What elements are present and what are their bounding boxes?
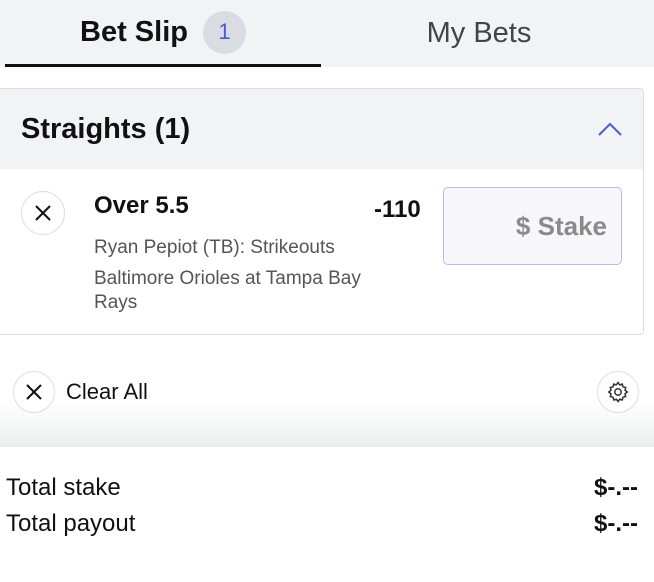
total-stake-value: $-.-- [594, 474, 638, 501]
chevron-up-icon[interactable] [595, 114, 625, 144]
total-stake-row: Total stake $-.-- [6, 474, 638, 502]
tab-my-bets-label: My Bets [426, 17, 532, 49]
total-payout-row: Total payout $-.-- [6, 510, 638, 538]
total-payout-value: $-.-- [594, 510, 638, 537]
stake-input[interactable] [443, 187, 622, 265]
straights-header[interactable]: Straights (1) [0, 89, 643, 169]
remove-bet-button[interactable] [21, 191, 65, 235]
straights-title: Straights (1) [21, 112, 191, 145]
tab-my-bets[interactable]: My Bets [321, 0, 637, 67]
bet-selection: Over 5.5 [94, 192, 189, 219]
totals-panel: Total stake $-.-- Total payout $-.-- [0, 447, 654, 582]
total-stake-label: Total stake [6, 474, 121, 501]
bet-count-badge: 1 [202, 10, 246, 54]
close-icon [34, 204, 52, 222]
bet-market: Ryan Pepiot (TB): Strikeouts [94, 237, 335, 258]
tab-bet-slip[interactable]: Bet Slip 1 [5, 0, 321, 67]
bet-item: Over 5.5 Ryan Pepiot (TB): Strikeouts Ba… [0, 169, 643, 334]
tab-bet-slip-label: Bet Slip [80, 15, 188, 48]
settings-button[interactable] [597, 371, 639, 413]
gear-icon [606, 380, 630, 404]
bet-game: Baltimore Orioles at Tampa Bay Rays [94, 268, 361, 313]
total-payout-label: Total payout [6, 510, 136, 537]
straights-card: Straights (1) Over 5.5 Ryan Pepiot (TB):… [0, 88, 644, 335]
bet-odds: -110 [374, 196, 421, 223]
actions-row: Clear All [0, 347, 654, 447]
close-icon [13, 371, 55, 413]
clear-all-label: Clear All [66, 379, 148, 404]
bet-slip-tabs: Bet Slip 1 My Bets [0, 0, 654, 67]
clear-all-button[interactable]: Clear All [13, 371, 148, 413]
